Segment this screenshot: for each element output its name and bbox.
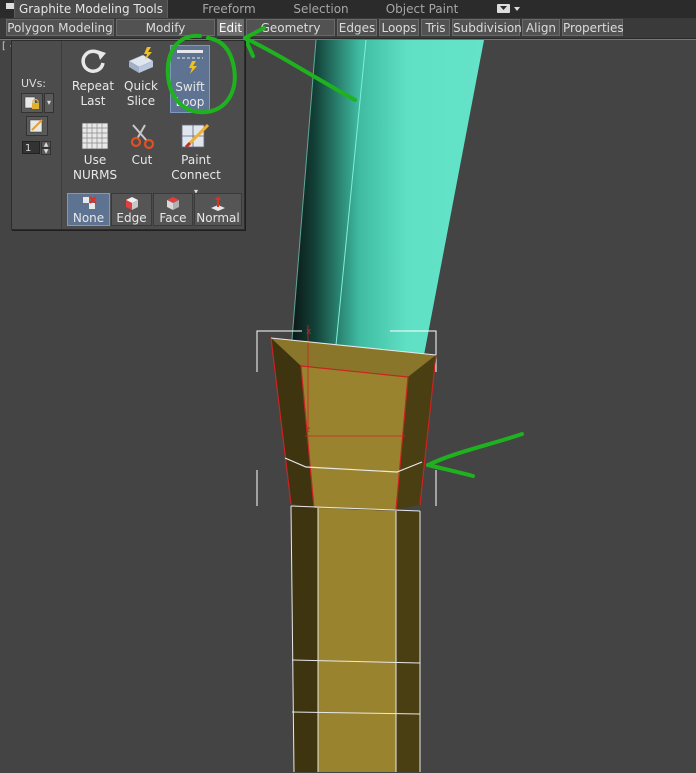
constraint-label: Face xyxy=(159,211,187,225)
constraint-normal-icon xyxy=(211,196,225,211)
paint-connect-icon xyxy=(181,123,210,149)
gizmo-axis-label: z xyxy=(306,425,310,434)
gold-mesh-top-section[interactable] xyxy=(271,338,436,510)
uv-section: UVs: ▾ 1 ▲ ▼ xyxy=(12,41,62,229)
uvs-label: UVs: xyxy=(21,77,47,90)
tool-label: Connect xyxy=(171,168,221,182)
uv-channel-up-button[interactable]: ▲ xyxy=(41,141,51,148)
gizmo-axis-label: x xyxy=(306,327,312,337)
tool-label: Use xyxy=(83,153,107,167)
constraint-edge-button[interactable]: Edge xyxy=(111,193,152,226)
tool-label: Paint xyxy=(181,153,211,167)
constraint-label: Edge xyxy=(116,211,147,225)
use-nurms-button[interactable]: Use NURMS xyxy=(73,121,117,189)
quick-slice-button[interactable]: Quick Slice xyxy=(119,45,163,113)
constraint-face-button[interactable]: Face xyxy=(153,193,193,226)
repeat-arrow-icon xyxy=(81,49,106,73)
nurms-grid-icon xyxy=(81,122,109,150)
uv-paint-icon xyxy=(29,119,43,133)
cyan-mesh-shaft[interactable] xyxy=(292,40,484,355)
uv-channel-input[interactable]: 1 xyxy=(22,141,40,154)
constraint-none-button[interactable]: None xyxy=(67,193,110,226)
annotation-circle xyxy=(165,33,237,115)
cut-button[interactable]: Cut xyxy=(120,121,164,189)
tool-label: Slice xyxy=(126,94,156,108)
constraint-normal-button[interactable]: Normal xyxy=(194,193,242,226)
uv-lock-icon xyxy=(24,96,39,109)
tool-label: Last xyxy=(80,94,106,108)
constraint-face-icon xyxy=(167,197,179,210)
constraint-label: Normal xyxy=(196,211,240,225)
tool-label: Cut xyxy=(131,153,153,167)
uv-lock-button[interactable] xyxy=(21,93,43,113)
constraint-label: None xyxy=(72,211,105,225)
tool-label: Quick xyxy=(124,79,158,93)
scissors-icon xyxy=(130,124,155,150)
quick-slice-icon xyxy=(128,47,154,73)
uv-paint-button[interactable] xyxy=(26,116,48,136)
paint-connect-button[interactable]: Paint Connect ▾ xyxy=(170,121,222,196)
constraint-none-icon xyxy=(82,196,97,209)
tool-label: NURMS xyxy=(73,168,118,182)
uv-dropdown-button[interactable]: ▾ xyxy=(44,93,54,113)
gold-mesh-lower-shaft[interactable] xyxy=(291,506,420,772)
annotation-arrow xyxy=(426,432,524,478)
repeat-last-button[interactable]: Repeat Last xyxy=(71,45,115,113)
uv-channel-down-button[interactable]: ▼ xyxy=(41,148,51,155)
constraint-edge-icon xyxy=(125,197,138,210)
tool-label: Repeat xyxy=(71,79,115,93)
